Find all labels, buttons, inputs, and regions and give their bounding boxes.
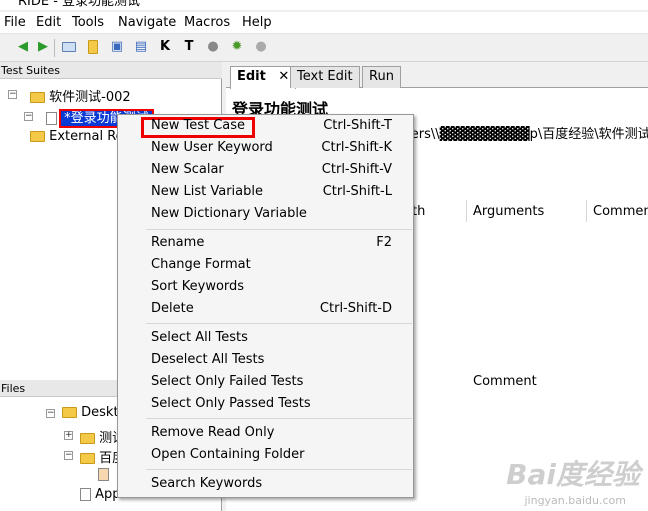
search-tests-icon[interactable]: T bbox=[180, 38, 198, 56]
menu-item-delete[interactable]: Delete Ctrl-Shift-D bbox=[118, 298, 413, 320]
forward-arrow-icon[interactable]: ▶ bbox=[34, 38, 52, 56]
collapse-icon[interactable]: − bbox=[24, 112, 33, 121]
context-menu: New Test Case Ctrl-Shift-T New User Keywo… bbox=[117, 114, 414, 498]
menu-item-deselect-all-tests[interactable]: Deselect All Tests bbox=[118, 349, 413, 371]
menu-item-new-scalar[interactable]: New Scalar Ctrl-Shift-V bbox=[118, 159, 413, 181]
menu-item-new-list-variable[interactable]: New List Variable Ctrl-Shift-L bbox=[118, 181, 413, 203]
editor-tabs: Edit ✕ Text Edit Run bbox=[226, 62, 648, 89]
test-suites-header: Test Suites bbox=[0, 62, 222, 79]
column-header-path: th bbox=[412, 204, 426, 219]
folder-icon bbox=[30, 92, 45, 103]
save-all-icon[interactable]: ▤ bbox=[132, 38, 150, 56]
menu-edit[interactable]: Edit bbox=[36, 15, 61, 30]
menu-help[interactable]: Help bbox=[242, 15, 272, 30]
menu-item-sort-keywords[interactable]: Sort Keywords bbox=[118, 276, 413, 298]
menu-macros[interactable]: Macros bbox=[184, 15, 230, 30]
menu-item-open-containing-folder[interactable]: Open Containing Folder bbox=[118, 444, 413, 466]
tab-run[interactable]: Run bbox=[362, 66, 401, 88]
folder-icon bbox=[80, 453, 95, 464]
expand-icon[interactable]: + bbox=[64, 431, 73, 440]
folder-icon bbox=[30, 131, 45, 142]
menu-item-select-passed[interactable]: Select Only Passed Tests bbox=[118, 393, 413, 415]
watermark-url: jingyan.baidu.com bbox=[524, 494, 626, 507]
menu-file[interactable]: File bbox=[4, 15, 26, 30]
file-item-3[interactable] bbox=[98, 467, 109, 482]
column-header-arguments: Arguments bbox=[473, 204, 545, 219]
source-path: sers\\▓▓▓▓▓▓▓▓▓p\百度经验\软件测试-0 bbox=[404, 127, 648, 142]
search-keywords-icon[interactable]: K bbox=[156, 38, 174, 56]
collapse-icon[interactable]: − bbox=[64, 451, 73, 460]
watermark-logo: Bai度经验 bbox=[506, 458, 640, 491]
settings-gear-icon[interactable]: ✹ bbox=[228, 38, 246, 56]
menu-navigate[interactable]: Navigate bbox=[118, 15, 176, 30]
save-icon[interactable]: ▣ bbox=[108, 38, 126, 56]
tree-item-suite[interactable]: 软件测试-002 bbox=[30, 86, 131, 105]
collapse-icon[interactable]: − bbox=[8, 90, 17, 99]
tab-edit[interactable]: Edit ✕ bbox=[230, 66, 297, 89]
column-header-comment: Comment bbox=[593, 204, 648, 219]
window-title: RIDE - 登录功能测试 bbox=[0, 0, 648, 10]
close-icon[interactable]: ✕ bbox=[278, 69, 289, 84]
menu-item-select-failed[interactable]: Select Only Failed Tests bbox=[118, 371, 413, 393]
menu-item-change-format[interactable]: Change Format bbox=[118, 254, 413, 276]
tab-text-edit[interactable]: Text Edit bbox=[290, 66, 360, 88]
back-arrow-icon[interactable]: ◀ bbox=[14, 38, 32, 56]
menu-item-select-all-tests[interactable]: Select All Tests bbox=[118, 327, 413, 349]
menu-item-new-test-case[interactable]: New Test Case Ctrl-Shift-T bbox=[118, 115, 413, 137]
folder-icon bbox=[62, 407, 77, 418]
column-header-comment-2: Comment bbox=[473, 374, 537, 389]
file-icon bbox=[98, 468, 109, 481]
file-item-4[interactable]: App bbox=[80, 487, 121, 502]
folder-icon bbox=[80, 433, 95, 444]
open-file-icon[interactable] bbox=[84, 38, 102, 56]
toolbar: ◀ ▶ ▣ ▤ K T ● ✹ ● bbox=[0, 35, 648, 62]
menu-item-new-dictionary-variable[interactable]: New Dictionary Variable bbox=[118, 203, 413, 225]
menubar: File Edit Tools Navigate Macros Help bbox=[0, 12, 648, 34]
menu-item-search-keywords[interactable]: Search Keywords bbox=[118, 473, 413, 495]
collapse-icon[interactable]: − bbox=[46, 409, 55, 418]
menu-tools[interactable]: Tools bbox=[72, 15, 104, 30]
menu-item-new-user-keyword[interactable]: New User Keyword Ctrl-Shift-K bbox=[118, 137, 413, 159]
file-icon bbox=[46, 112, 57, 125]
menu-item-remove-read-only[interactable]: Remove Read Only bbox=[118, 422, 413, 444]
stop-icon[interactable]: ● bbox=[252, 38, 270, 56]
menu-item-rename[interactable]: Rename F2 bbox=[118, 232, 413, 254]
run-icon[interactable]: ● bbox=[204, 38, 222, 56]
file-icon bbox=[80, 488, 91, 501]
open-folder-icon[interactable] bbox=[60, 38, 78, 56]
